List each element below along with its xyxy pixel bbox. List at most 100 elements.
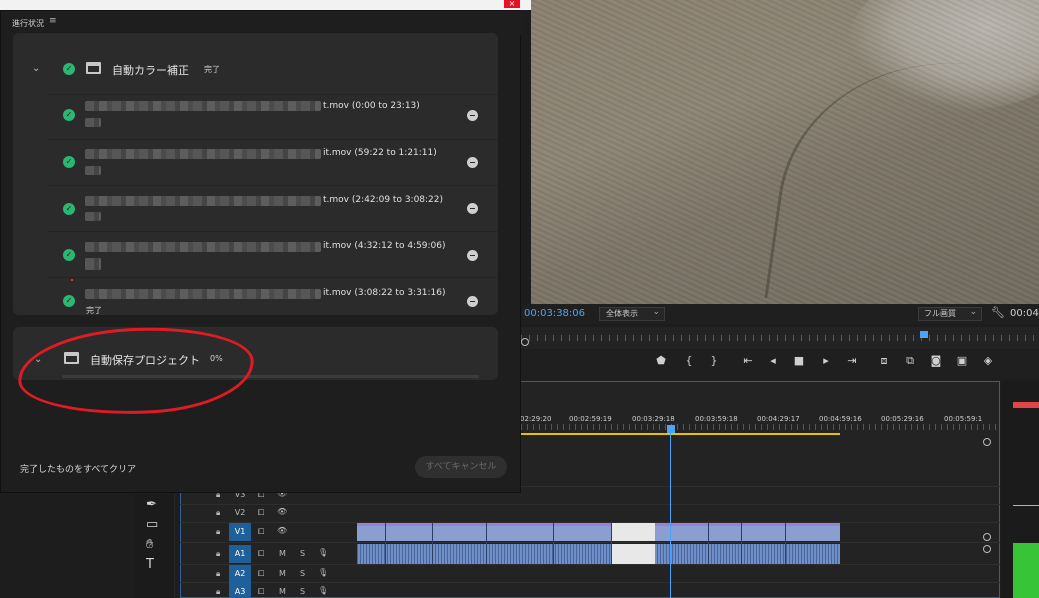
monitor-playhead[interactable] — [920, 331, 928, 338]
hand-tool-icon[interactable]: ✋︎ — [146, 537, 153, 552]
ruler-label: 00:05:29:16 — [881, 415, 924, 423]
sync-lock-icon[interactable]: ⧠ — [258, 587, 264, 597]
insert-icon[interactable]: ⧈ — [876, 354, 892, 368]
lock-icon[interactable]: 🔒︎ — [216, 508, 220, 518]
compare-icon[interactable]: ▣ — [954, 354, 970, 367]
go-to-out-icon[interactable]: ⇥ — [844, 354, 860, 367]
fit-dropdown[interactable]: 全体表示 — [599, 306, 665, 321]
solo-button[interactable]: S — [300, 587, 305, 596]
wrench-icon[interactable]: 🔧︎ — [991, 306, 1005, 319]
check-icon: ✓ — [63, 203, 75, 215]
clip-edit-point[interactable] — [785, 523, 786, 564]
go-to-in-icon[interactable]: ⇤ — [740, 354, 756, 367]
check-icon: ✓ — [63, 249, 75, 261]
lock-icon[interactable]: 🔒︎ — [216, 569, 220, 579]
mark-out-icon[interactable]: } — [706, 354, 722, 367]
item-divider — [48, 139, 498, 140]
eye-icon[interactable]: 👁︎ — [277, 507, 287, 516]
remove-item-icon[interactable] — [467, 296, 478, 307]
lock-icon[interactable]: 🔒︎ — [216, 549, 220, 559]
remove-item-icon[interactable] — [467, 157, 478, 168]
resolution-dropdown[interactable]: フル画質 — [918, 306, 982, 321]
clip-edit-point[interactable] — [553, 523, 554, 564]
job-group-status: 完了 — [204, 65, 220, 74]
clip-edit-point[interactable] — [741, 523, 742, 564]
remove-item-icon[interactable] — [467, 203, 478, 214]
ruler-label: 00:03:29:18 — [632, 415, 675, 423]
mark-in-icon[interactable]: { — [681, 354, 697, 367]
video-clip[interactable] — [357, 523, 840, 541]
chevron-down-icon[interactable]: ⌄ — [32, 63, 40, 74]
redacted-filename — [85, 101, 321, 111]
solo-button[interactable]: S — [300, 569, 305, 578]
lock-icon[interactable]: 🔒︎ — [216, 527, 220, 537]
microphone-icon[interactable]: 🎙︎ — [318, 568, 328, 577]
panel-menu-icon[interactable]: ≡ — [49, 16, 57, 26]
clip-edit-point[interactable] — [611, 523, 612, 564]
sync-lock-icon[interactable]: ⧠ — [258, 569, 264, 579]
clip-edit-point[interactable] — [385, 523, 386, 564]
vertical-scroll-handle[interactable] — [983, 533, 991, 541]
play-icon[interactable]: ▸ — [818, 354, 834, 367]
type-tool-icon[interactable]: T — [146, 557, 154, 572]
overwrite-icon[interactable]: ⧉ — [902, 354, 918, 368]
rectangle-tool-icon[interactable]: ▭ — [146, 517, 158, 532]
clip-edit-point[interactable] — [432, 523, 433, 564]
monitor-scrub-ruler[interactable] — [521, 327, 1039, 349]
redacted-text — [85, 166, 101, 175]
cancel-all-button[interactable]: すべてキャンセル — [415, 456, 507, 478]
sync-lock-icon[interactable]: ⧠ — [258, 527, 264, 537]
timeline-playhead-line[interactable] — [670, 426, 671, 598]
track-divider — [180, 542, 1000, 543]
stop-icon[interactable]: ■ — [791, 354, 807, 367]
lock-icon[interactable]: 🔒︎ — [216, 587, 220, 597]
sync-lock-icon[interactable]: ⧠ — [258, 508, 264, 518]
vertical-scroll-handle[interactable] — [983, 438, 991, 446]
clip-edit-point[interactable] — [708, 523, 709, 564]
microphone-icon[interactable]: 🎙︎ — [318, 548, 328, 557]
program-monitor-frame — [531, 0, 1039, 304]
job-item-filename: it.mov (3:08:22 to 3:31:16) — [323, 288, 446, 298]
mute-button[interactable]: M — [279, 587, 286, 596]
selected-audio-clip[interactable] — [611, 544, 655, 564]
camera-icon[interactable]: ◙ — [928, 354, 944, 367]
selected-video-clip[interactable] — [611, 523, 655, 541]
redacted-filename — [85, 149, 321, 159]
marker-dot — [71, 279, 73, 281]
timeline-ruler-ticks — [521, 424, 999, 430]
remove-item-icon[interactable] — [467, 250, 478, 261]
step-back-icon[interactable]: ◂ — [765, 354, 781, 367]
meter-clip-indicator — [1013, 402, 1039, 408]
solo-button[interactable]: S — [300, 549, 305, 558]
clear-completed-button[interactable]: 完了したものをすべてクリア — [20, 462, 136, 475]
settings-icon[interactable]: ◈ — [980, 354, 996, 367]
eye-icon[interactable]: 👁︎ — [277, 526, 287, 535]
mute-button[interactable]: M — [279, 569, 286, 578]
track-a1[interactable]: A1 — [229, 545, 251, 563]
pen-tool-icon[interactable]: ✒ — [146, 497, 157, 512]
check-icon: ✓ — [63, 63, 75, 75]
track-a3[interactable]: A3 — [229, 583, 251, 598]
ruler-label: 00:05:59:1 — [944, 415, 983, 423]
redacted-text — [85, 118, 101, 127]
track-v1[interactable]: V1 — [229, 523, 251, 541]
marker-icon[interactable]: ⬟ — [653, 354, 669, 367]
remove-item-icon[interactable] — [467, 110, 478, 121]
vertical-scroll-handle[interactable] — [983, 545, 991, 553]
audio-clip[interactable] — [357, 544, 840, 564]
close-button[interactable]: × — [504, 0, 520, 8]
track-v2[interactable]: V2 — [229, 504, 251, 522]
clip-edit-point[interactable] — [486, 523, 487, 564]
microphone-icon[interactable]: 🎙︎ — [318, 586, 328, 595]
monitor-timecode[interactable]: 00:03:38:06 — [524, 308, 585, 319]
scroll-handle-icon[interactable] — [521, 338, 529, 346]
sync-lock-icon[interactable]: ⧠ — [258, 549, 264, 559]
ruler-label: 00:02:59:19 — [569, 415, 612, 423]
timeline-playhead-handle[interactable] — [667, 425, 675, 433]
ruler-label: 00:03:59:18 — [695, 415, 738, 423]
track-a2[interactable]: A2 — [229, 565, 251, 583]
mute-button[interactable]: M — [279, 549, 286, 558]
redacted-filename — [85, 196, 321, 206]
check-icon: ✓ — [63, 295, 75, 307]
redacted-filename — [85, 242, 321, 252]
